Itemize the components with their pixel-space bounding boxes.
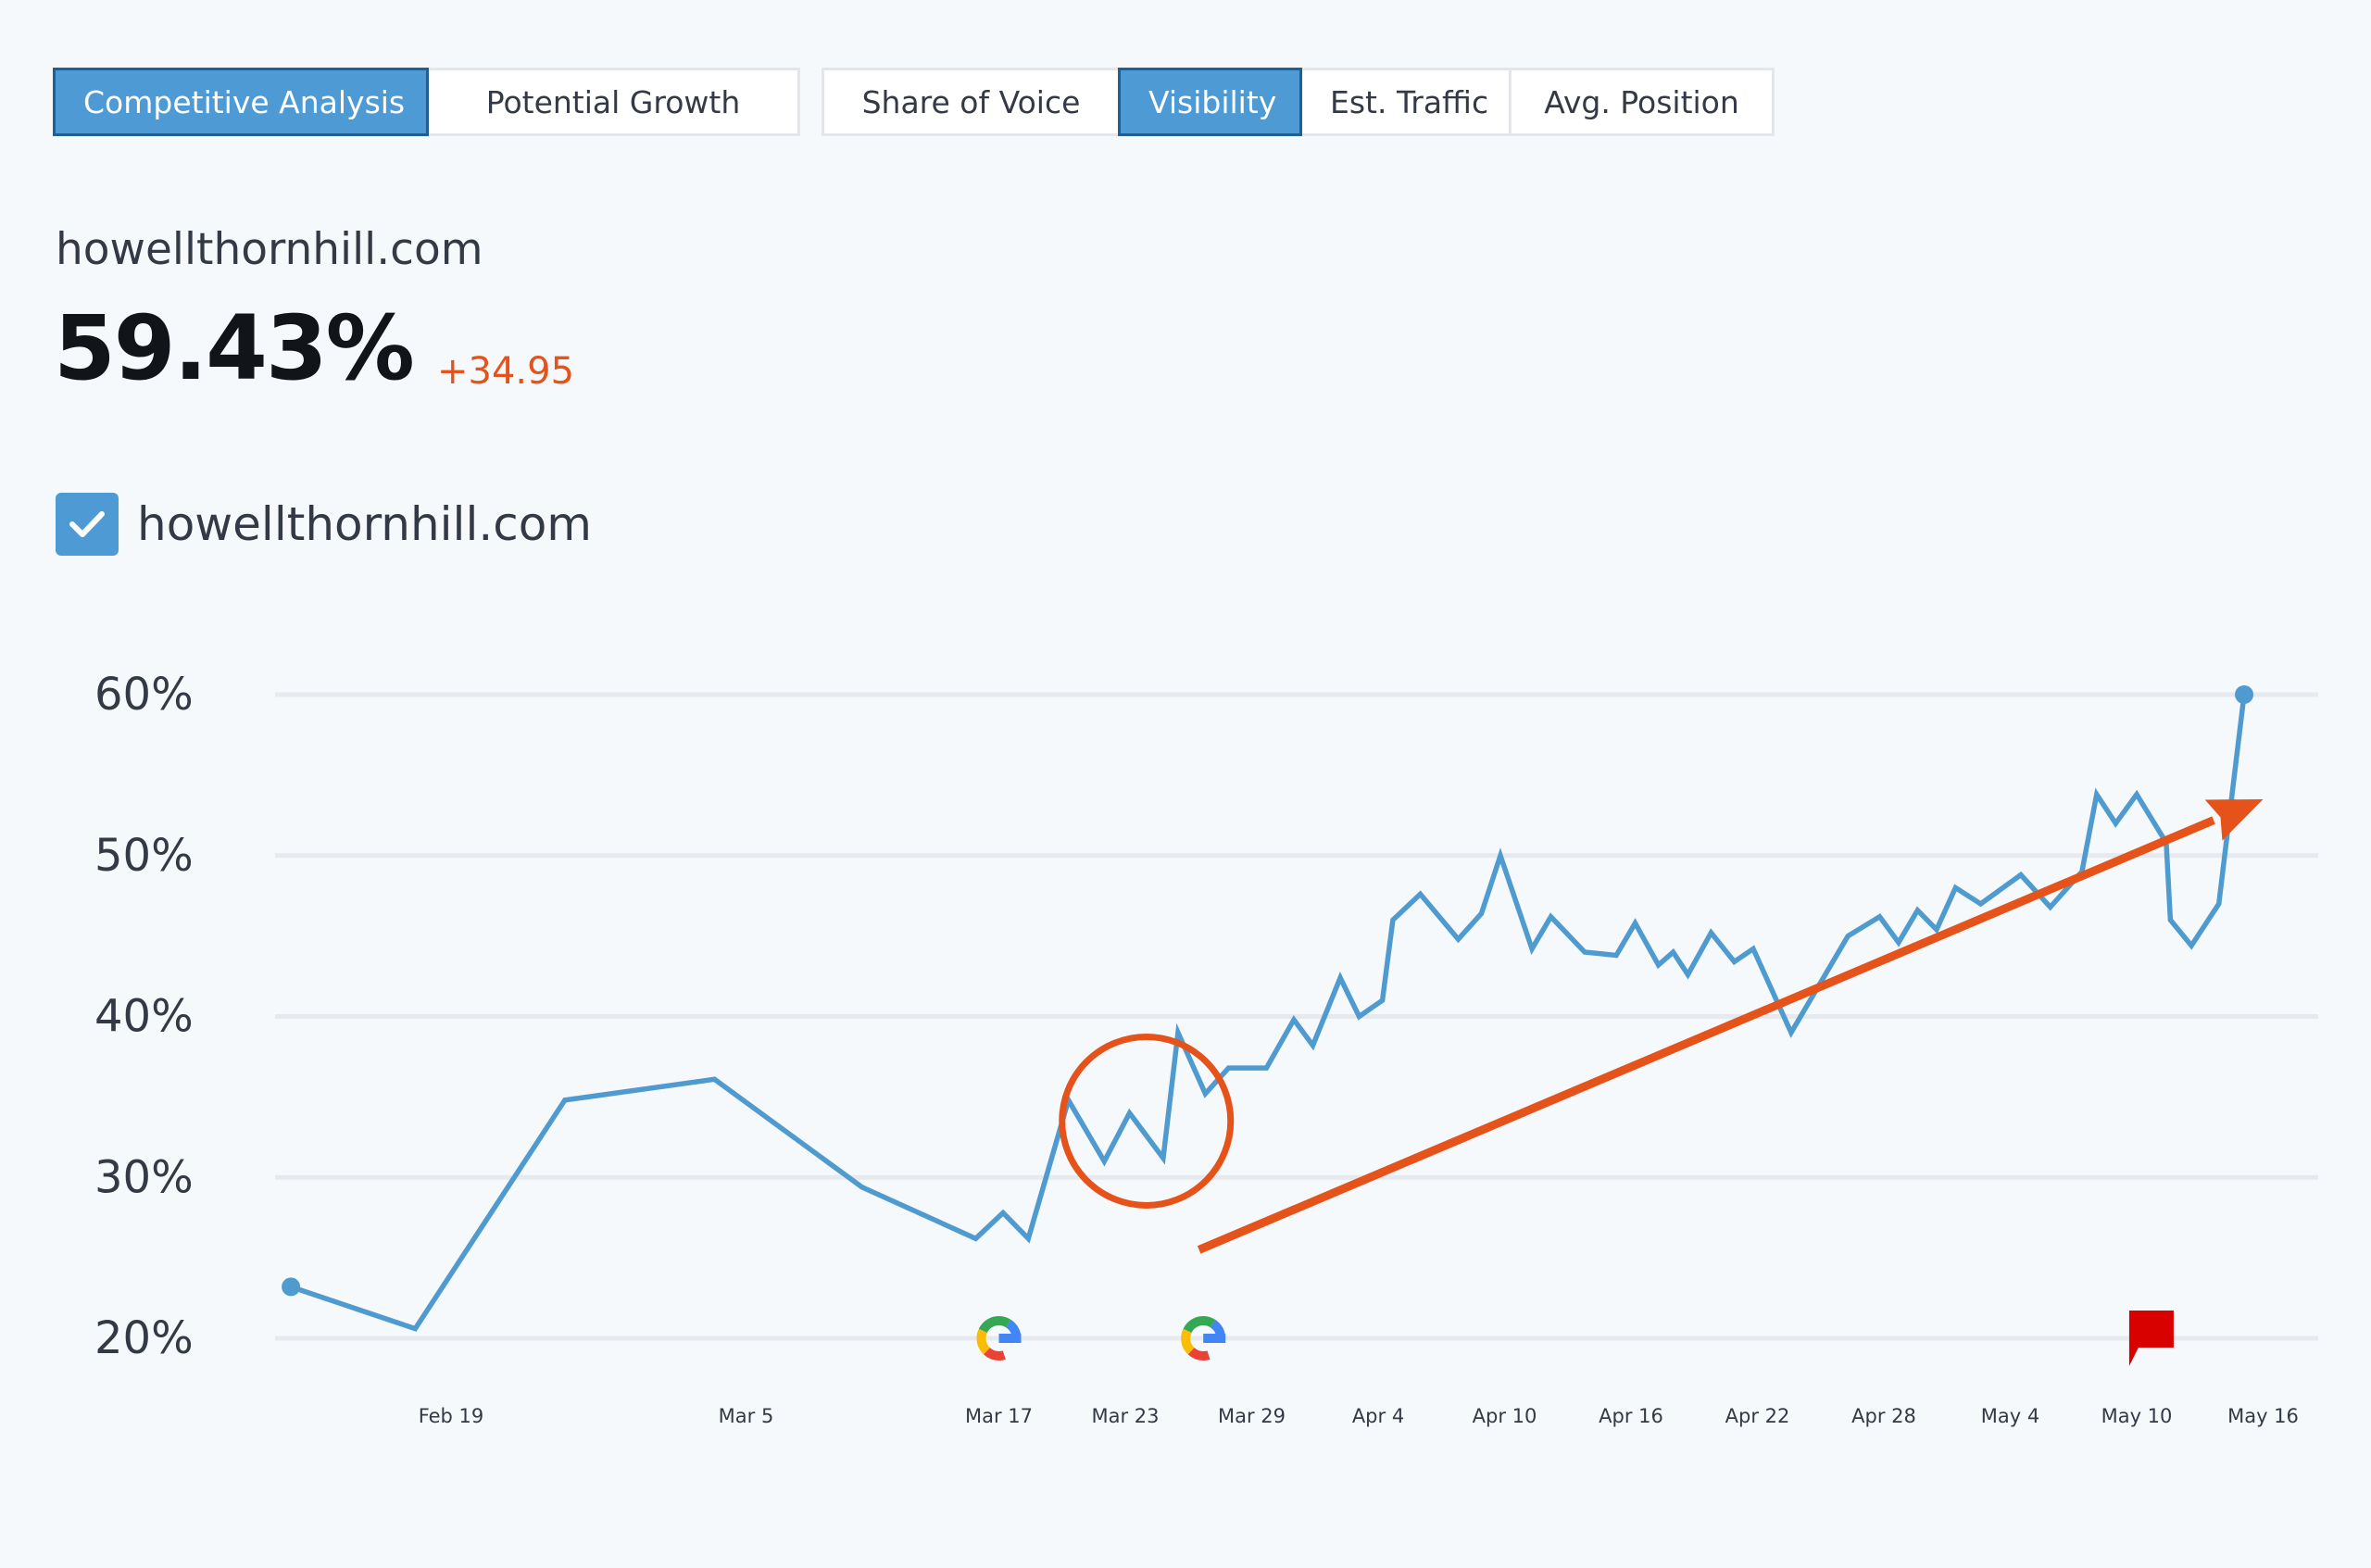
tab-competitive-analysis[interactable]: Competitive Analysis xyxy=(53,68,429,136)
y-tick-label: 20% xyxy=(94,1312,194,1364)
x-tick-label: Apr 16 xyxy=(1599,1405,1663,1427)
visibility-chart: 60% 50% 40% 30% 20% Feb 19 Mar 5 Mar 17 Mar 23 Ma… xyxy=(94,669,2318,1427)
x-tick-label: Mar 29 xyxy=(1218,1405,1286,1427)
y-tick-label: 30% xyxy=(94,1151,194,1203)
annotation-circle xyxy=(1059,1033,1235,1209)
flag-icon[interactable] xyxy=(2128,1311,2174,1366)
x-tick-label: May 4 xyxy=(1981,1405,2039,1427)
x-tick-label: Mar 17 xyxy=(965,1405,1033,1427)
tab-visibility[interactable]: Visibility xyxy=(1118,68,1302,136)
x-tick-label: May 10 xyxy=(2101,1405,2173,1427)
x-tick-label: Apr 10 xyxy=(1473,1405,1537,1427)
y-tick-label: 50% xyxy=(94,830,194,882)
x-tick-label: Mar 5 xyxy=(719,1405,774,1427)
series-line xyxy=(288,692,2247,1332)
x-tick-label: Apr 28 xyxy=(1851,1405,1916,1427)
x-tick-label: Mar 23 xyxy=(1091,1405,1159,1427)
y-tick-label: 60% xyxy=(94,669,194,721)
x-tick-label: Apr 4 xyxy=(1352,1405,1404,1427)
y-tick-label: 40% xyxy=(94,991,194,1043)
series-end-point[interactable] xyxy=(2235,685,2254,704)
series-start-point[interactable] xyxy=(282,1277,301,1297)
x-tick-label: Apr 22 xyxy=(1725,1405,1790,1427)
x-tick-label: Feb 19 xyxy=(419,1405,484,1427)
annotation-arrow-line xyxy=(1197,816,2215,1254)
annotation-arrowhead xyxy=(2204,798,2264,841)
x-tick-label: May 16 xyxy=(2227,1405,2299,1427)
